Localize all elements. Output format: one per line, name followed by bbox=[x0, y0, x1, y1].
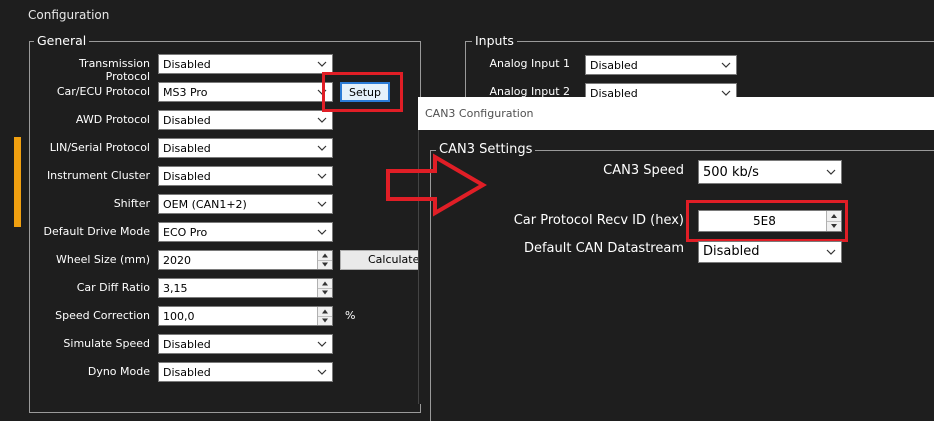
chevron-down-icon bbox=[826, 169, 836, 175]
label-dyno-mode: Dyno Mode bbox=[87, 365, 150, 378]
select-value: Disabled bbox=[163, 142, 211, 155]
instrument-cluster-select[interactable]: Disabled bbox=[158, 166, 333, 186]
label-default-drive-mode: Default Drive Mode bbox=[43, 225, 150, 238]
arrow-down-icon[interactable] bbox=[827, 221, 841, 231]
select-value: 500 kb/s bbox=[703, 165, 759, 180]
percent-unit: % bbox=[345, 309, 356, 322]
select-value: ECO Pro bbox=[163, 226, 208, 239]
dyno-mode-select[interactable]: Disabled bbox=[158, 362, 333, 382]
label-lin-serial-protocol: LIN/Serial Protocol bbox=[49, 141, 150, 154]
spin-arrows[interactable] bbox=[317, 279, 332, 297]
chevron-down-icon bbox=[721, 62, 731, 68]
select-value: Disabled bbox=[163, 114, 211, 127]
chevron-down-icon bbox=[317, 341, 327, 347]
label-awd-protocol: AWD Protocol bbox=[75, 113, 150, 126]
chevron-down-icon bbox=[826, 249, 836, 255]
spinbox-value: 100,0 bbox=[163, 310, 195, 323]
select-value: Disabled bbox=[163, 170, 211, 183]
can3-speed-select[interactable]: 500 kb/s bbox=[698, 160, 842, 184]
accent-bar bbox=[14, 137, 21, 227]
default-can-datastream-select[interactable]: Disabled bbox=[698, 241, 842, 263]
label-can3-speed: CAN3 Speed bbox=[603, 163, 684, 178]
spin-arrows[interactable] bbox=[826, 211, 841, 231]
chevron-down-icon bbox=[317, 173, 327, 179]
car-protocol-recv-id-spinbox[interactable]: 5E8 bbox=[698, 210, 842, 232]
chevron-down-icon bbox=[317, 145, 327, 151]
analog-input-1-select[interactable]: Disabled bbox=[585, 55, 737, 75]
car-diff-ratio-spinbox[interactable]: 3,15 bbox=[158, 278, 333, 298]
dialog-title: CAN3 Configuration bbox=[425, 107, 534, 120]
car-ecu-protocol-select[interactable]: MS3 Pro bbox=[158, 82, 333, 102]
wheel-size-spinbox[interactable]: 2020 bbox=[158, 250, 333, 270]
label-transmission-protocol: Transmission Protocol bbox=[78, 57, 150, 83]
lin-serial-protocol-select[interactable]: Disabled bbox=[158, 138, 333, 158]
annotation-arrow-icon bbox=[386, 153, 487, 217]
inputs-group-title: Inputs bbox=[472, 33, 517, 48]
label-wheel-size: Wheel Size (mm) bbox=[55, 253, 150, 266]
calculate-label: Calculate bbox=[368, 253, 420, 266]
label-instrument-cluster: Instrument Cluster bbox=[46, 169, 150, 182]
arrow-down-icon[interactable] bbox=[318, 288, 332, 297]
dialog-titlebar[interactable]: CAN3 Configuration bbox=[418, 97, 934, 130]
select-value: Disabled bbox=[163, 338, 211, 351]
simulate-speed-select[interactable]: Disabled bbox=[158, 334, 333, 354]
arrow-down-icon[interactable] bbox=[318, 316, 332, 325]
transmission-protocol-select[interactable]: Disabled bbox=[158, 54, 333, 74]
spin-arrows[interactable] bbox=[317, 251, 332, 269]
default-drive-mode-select[interactable]: ECO Pro bbox=[158, 222, 333, 242]
select-value: Disabled bbox=[163, 58, 211, 71]
label-simulate-speed: Simulate Speed bbox=[63, 337, 150, 350]
select-value: OEM (CAN1+2) bbox=[163, 198, 247, 211]
select-value: Disabled bbox=[703, 244, 760, 259]
label-speed-correction: Speed Correction bbox=[55, 309, 150, 322]
select-value: Disabled bbox=[163, 366, 211, 379]
speed-correction-spinbox[interactable]: 100,0 bbox=[158, 306, 333, 326]
chevron-down-icon bbox=[317, 229, 327, 235]
label-car-protocol-recv-id: Car Protocol Recv ID (hex) bbox=[513, 213, 684, 228]
calculate-button[interactable]: Calculate bbox=[340, 250, 430, 270]
general-group-title: General bbox=[34, 33, 90, 48]
label-car-diff-ratio: Car Diff Ratio bbox=[76, 281, 150, 294]
chevron-down-icon bbox=[317, 117, 327, 123]
label-analog-input-1: Analog Input 1 bbox=[489, 57, 570, 70]
arrow-down-icon[interactable] bbox=[318, 260, 332, 269]
awd-protocol-select[interactable]: Disabled bbox=[158, 110, 333, 130]
spinbox-value: 2020 bbox=[163, 254, 191, 267]
chevron-down-icon bbox=[317, 201, 327, 207]
spin-arrows[interactable] bbox=[317, 307, 332, 325]
window-title: Configuration bbox=[28, 8, 110, 22]
chevron-down-icon bbox=[317, 369, 327, 375]
label-shifter: Shifter bbox=[113, 197, 150, 210]
chevron-down-icon bbox=[317, 61, 327, 67]
label-default-can-datastream: Default CAN Datastream bbox=[523, 241, 684, 256]
shifter-select[interactable]: OEM (CAN1+2) bbox=[158, 194, 333, 214]
spinbox-value: 3,15 bbox=[163, 282, 188, 295]
select-value: MS3 Pro bbox=[163, 86, 208, 99]
label-car-ecu-protocol: Car/ECU Protocol bbox=[56, 85, 150, 98]
setup-button[interactable]: Setup bbox=[340, 82, 390, 102]
select-value: Disabled bbox=[590, 59, 638, 72]
spinbox-value: 5E8 bbox=[753, 214, 776, 228]
can3-settings-group bbox=[430, 150, 934, 421]
